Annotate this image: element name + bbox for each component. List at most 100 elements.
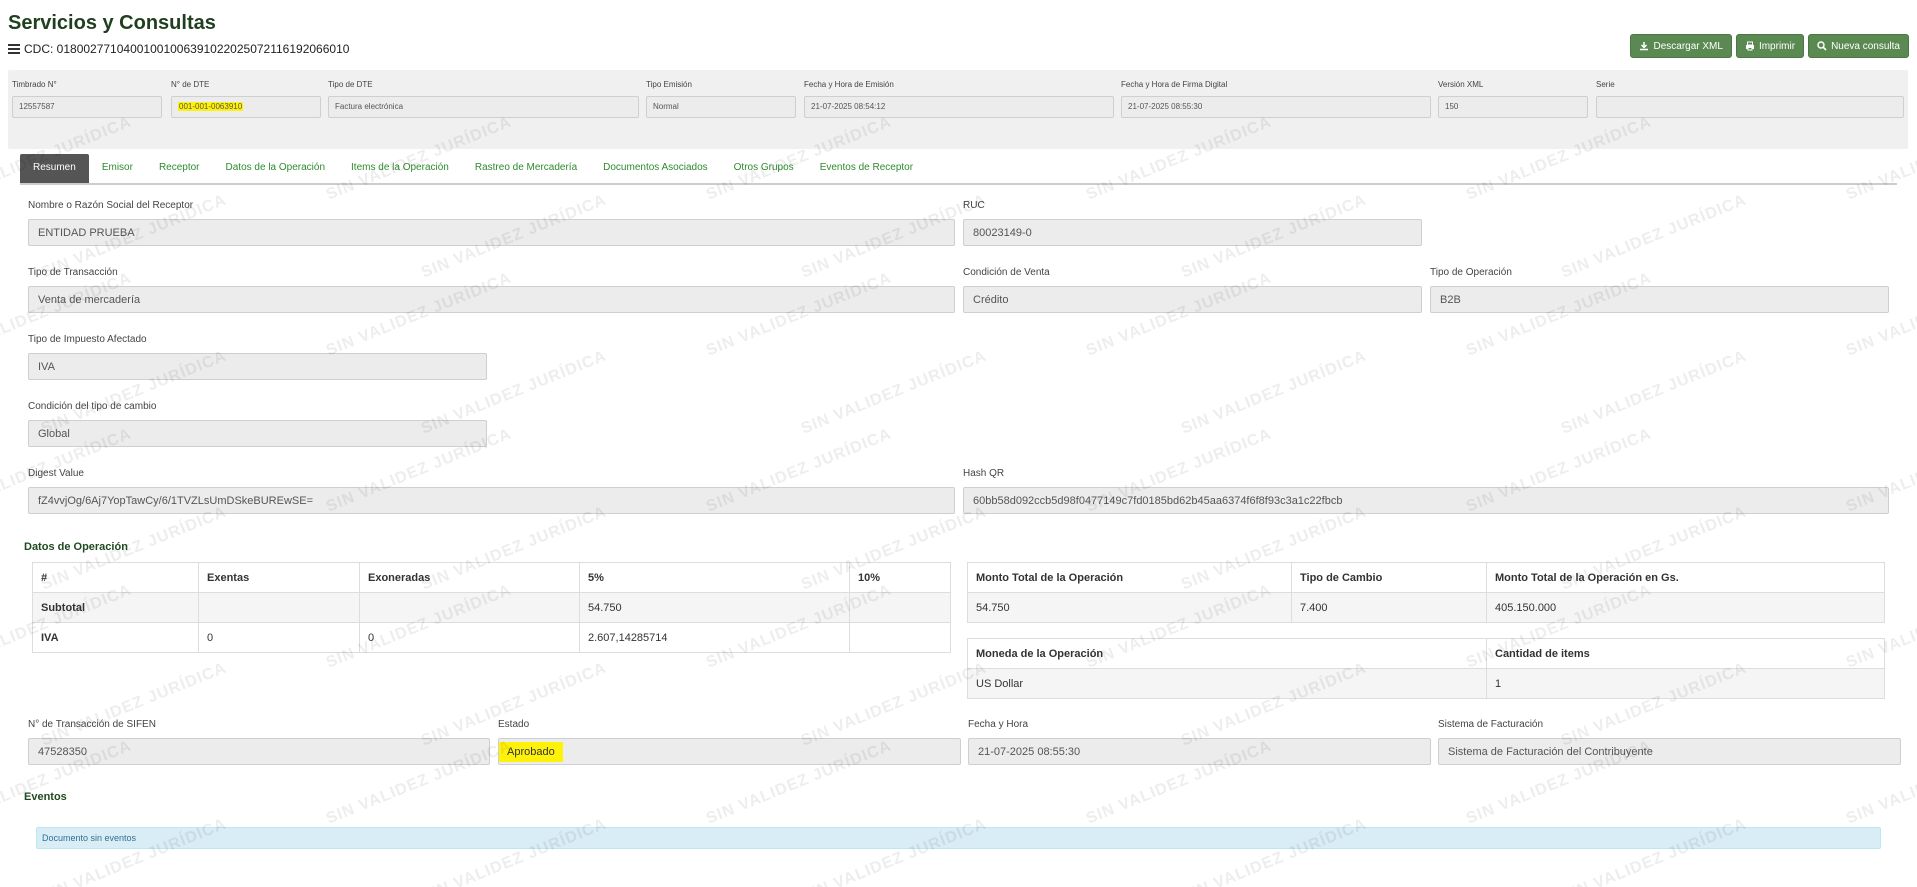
table-cell: 2.607,14285714: [579, 622, 850, 653]
watermark-text: SIN VALIDEZ JURÍDICA: [1178, 347, 1370, 438]
tab-datos-operacion[interactable]: Datos de la Operación: [213, 154, 339, 183]
operation-type-label: Tipo de Operación: [1430, 267, 1512, 278]
table-cell: [359, 592, 580, 623]
table-header-row: Monto Total de la Operación Tipo de Camb…: [967, 562, 1885, 593]
datetime-field: Fecha y Hora 21-07-2025 08:55:30: [968, 719, 1431, 765]
print-icon: [1745, 41, 1754, 51]
tab-resumen[interactable]: Resumen: [20, 154, 89, 183]
xml-version-label: Versión XML: [1438, 80, 1484, 89]
sale-condition-value: Crédito: [963, 286, 1422, 313]
tab-bar: Resumen Emisor Receptor Datos de la Oper…: [20, 154, 1897, 185]
table-cell: Subtotal: [32, 592, 199, 623]
exchange-condition-value: Global: [28, 420, 487, 447]
serie-label: Serie: [1596, 80, 1615, 89]
datetime-label: Fecha y Hora: [968, 719, 1029, 730]
tax-type-field: Tipo de Impuesto Afectado IVA: [28, 334, 487, 380]
new-query-button[interactable]: Nueva consulta: [1808, 34, 1909, 58]
tax-breakdown-table: # Exentas Exoneradas 5% 10% Subtotal 54.…: [32, 562, 951, 653]
table-cell: [849, 622, 951, 653]
dte-number-text: 001-001-0063910: [178, 102, 244, 111]
column-header: Moneda de la Operación: [967, 638, 1487, 669]
signature-date-label: Fecha y Hora de Firma Digital: [1121, 80, 1228, 89]
table-header-row: # Exentas Exoneradas 5% 10%: [32, 562, 951, 593]
ruc-field: RUC 80023149-0: [963, 200, 1422, 246]
list-icon: [8, 44, 20, 54]
document-summary-strip: Timbrado N° 12557587 N° de DTE 001-001-0…: [8, 70, 1908, 149]
action-buttons: Descargar XML Imprimir Nueva consulta: [1630, 34, 1909, 58]
hashqr-label: Hash QR: [963, 468, 1005, 479]
column-header: #: [32, 562, 199, 593]
emission-date-field: Fecha y Hora de Emisión 21-07-2025 08:54…: [804, 80, 1114, 118]
cdc-text: CDC: 01800277104001001006391022025072116…: [24, 42, 350, 56]
digest-value: fZ4vvjOg/6Aj7YopTawCy/6/1TVZLsUmDSkeBURE…: [28, 487, 955, 514]
currency-table: Moneda de la Operación Cantidad de items…: [967, 638, 1885, 699]
transaction-type-field: Tipo de Transacción Venta de mercadería: [28, 267, 955, 313]
billing-system-value: Sistema de Facturación del Contribuyente: [1438, 738, 1901, 765]
transaction-type-value: Venta de mercadería: [28, 286, 955, 313]
table-cell: 7.400: [1291, 592, 1487, 623]
sifen-field: N° de Transacción de SIFEN 47528350: [28, 719, 490, 765]
column-header: Cantidad de items: [1486, 638, 1885, 669]
download-xml-label: Descargar XML: [1653, 40, 1723, 52]
transaction-type-label: Tipo de Transacción: [28, 267, 118, 278]
cdc-label: CDC: 01800277104001001006391022025072116…: [8, 42, 349, 56]
table-cell: US Dollar: [967, 668, 1487, 699]
serie-field: Serie: [1596, 80, 1904, 118]
totals-table: Monto Total de la Operación Tipo de Camb…: [967, 562, 1885, 623]
timbrado-label: Timbrado N°: [12, 80, 57, 89]
datetime-value: 21-07-2025 08:55:30: [968, 738, 1431, 765]
signature-date-field: Fecha y Hora de Firma Digital 21-07-2025…: [1121, 80, 1431, 118]
column-header: Tipo de Cambio: [1291, 562, 1487, 593]
column-header: Monto Total de la Operación en Gs.: [1486, 562, 1885, 593]
table-cell: 0: [198, 622, 360, 653]
events-alert: Documento sin eventos: [36, 827, 1881, 849]
table-row: Subtotal 54.750: [32, 592, 951, 623]
watermark-text: SIN VALIDEZ JURÍDICA: [798, 347, 990, 438]
xml-version-field: Versión XML 150: [1438, 80, 1588, 118]
column-header: Exoneradas: [359, 562, 580, 593]
state-value: Aprobado: [498, 738, 961, 765]
tab-rastreo-mercaderia[interactable]: Rastreo de Mercadería: [462, 154, 590, 183]
emission-type-field: Tipo Emisión Normal: [646, 80, 796, 118]
column-header: Exentas: [198, 562, 360, 593]
download-icon: [1640, 42, 1649, 51]
print-button[interactable]: Imprimir: [1735, 34, 1805, 58]
column-header: 5%: [579, 562, 850, 593]
exchange-condition-label: Condición del tipo de cambio: [28, 401, 157, 412]
watermark-text: SIN VALIDEZ JURÍDICA: [1558, 347, 1750, 438]
tab-otros-grupos[interactable]: Otros Grupos: [721, 154, 807, 183]
tab-emisor[interactable]: Emisor: [89, 154, 146, 183]
tab-receptor[interactable]: Receptor: [146, 154, 213, 183]
table-cell: 54.750: [579, 592, 850, 623]
column-header: Monto Total de la Operación: [967, 562, 1292, 593]
state-label: Estado: [498, 719, 530, 730]
timbrado-value: 12557587: [12, 96, 162, 118]
sifen-label: N° de Transacción de SIFEN: [28, 719, 156, 730]
receptor-name-field: Nombre o Razón Social del Receptor ENTID…: [28, 200, 955, 246]
table-cell: IVA: [32, 622, 199, 653]
dte-number-label: N° de DTE: [171, 80, 210, 89]
hashqr-field: Hash QR 60bb58d092ccb5d98f0477149c7fd018…: [963, 468, 1889, 514]
tab-documentos-asociados[interactable]: Documentos Asociados: [590, 154, 721, 183]
emission-date-value: 21-07-2025 08:54:12: [804, 96, 1114, 118]
timbrado-field: Timbrado N° 12557587: [12, 80, 162, 118]
tab-items-operacion[interactable]: Items de la Operación: [338, 154, 462, 183]
receptor-name-label: Nombre o Razón Social del Receptor: [28, 200, 194, 211]
billing-system-field: Sistema de Facturación Sistema de Factur…: [1438, 719, 1901, 765]
table-cell: 1: [1486, 668, 1885, 699]
dte-type-value: Factura electrónica: [328, 96, 639, 118]
state-badge: Aprobado: [499, 742, 563, 762]
table-cell: [849, 592, 951, 623]
sale-condition-field: Condición de Venta Crédito: [963, 267, 1422, 313]
tab-eventos-receptor[interactable]: Eventos de Receptor: [807, 154, 926, 183]
xml-version-value: 150: [1438, 96, 1588, 118]
page-title: Servicios y Consultas: [8, 12, 216, 34]
emission-type-label: Tipo Emisión: [646, 80, 692, 89]
table-cell: [198, 592, 360, 623]
new-query-label: Nueva consulta: [1831, 40, 1900, 52]
print-label: Imprimir: [1758, 40, 1796, 52]
download-xml-button[interactable]: Descargar XML: [1630, 34, 1732, 58]
table-row: 54.750 7.400 405.150.000: [967, 592, 1885, 623]
sale-condition-label: Condición de Venta: [963, 267, 1050, 278]
hashqr-value: 60bb58d092ccb5d98f0477149c7fd0185bd62b45…: [963, 487, 1889, 514]
